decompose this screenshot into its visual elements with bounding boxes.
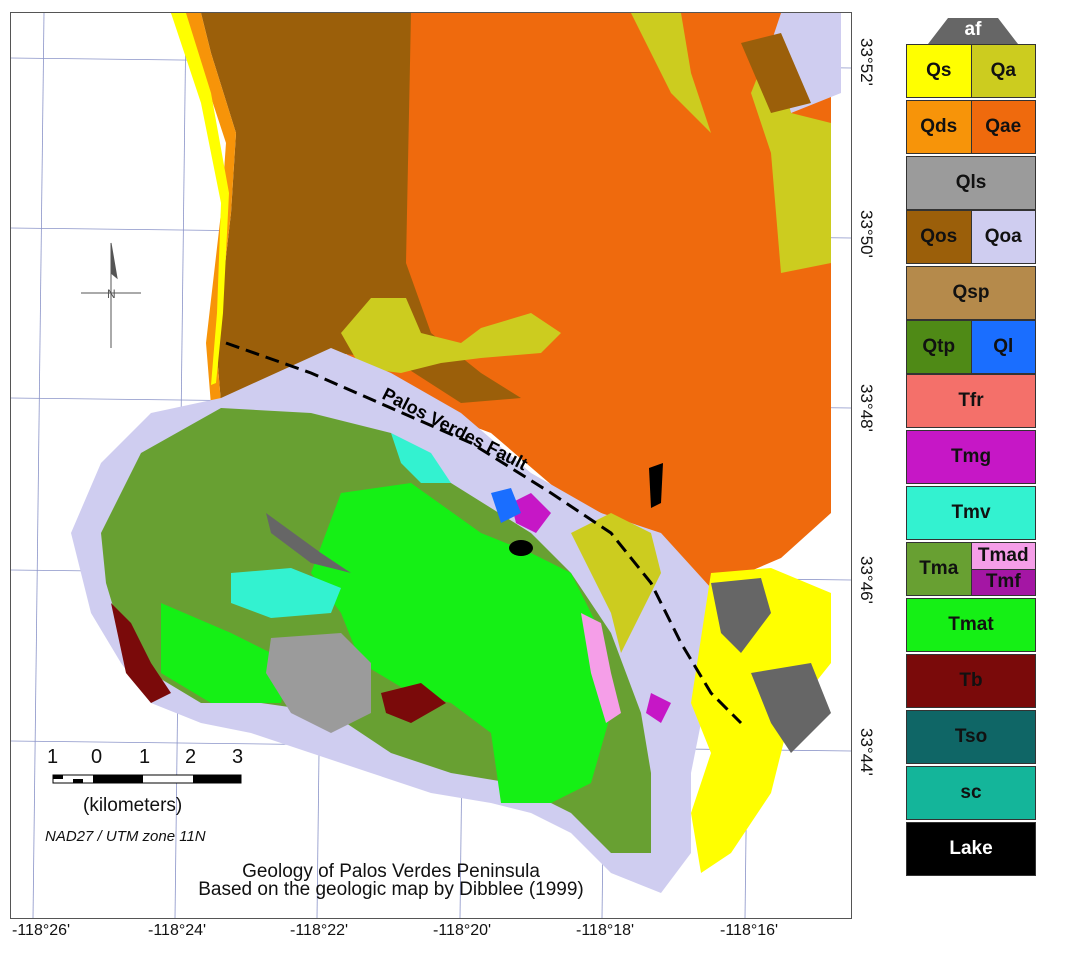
legend-swatch: sc xyxy=(907,767,1035,819)
legend-swatch: Qds xyxy=(907,101,971,153)
north-arrow-icon: N xyxy=(81,242,141,348)
lon-label: -118°16' xyxy=(720,922,779,939)
legend-label: Qa xyxy=(990,60,1016,81)
legend-swatch: Ql xyxy=(970,321,1035,373)
legend-row: Tmg xyxy=(906,430,1036,484)
legend-label: Tma xyxy=(919,558,959,579)
legend-label: Ql xyxy=(993,336,1014,357)
legend-swatch: Qoa xyxy=(970,211,1035,263)
lat-label: 33°50' xyxy=(857,210,876,258)
legend-label: Qtp xyxy=(922,336,956,357)
lake-2 xyxy=(649,463,663,508)
legend-label: Tfr xyxy=(958,390,984,411)
legend-swatch: Tb xyxy=(907,655,1035,707)
legend-label: Qls xyxy=(955,172,987,193)
lat-label: 33°46' xyxy=(857,556,876,604)
scale-tick: 1 xyxy=(47,746,59,768)
legend-label: Qos xyxy=(920,226,958,247)
legend-row: Tfr xyxy=(906,374,1036,428)
legend-label: Tb xyxy=(959,670,983,691)
geologic-map: Palos Verdes Fault N 1 0 1 2 3 (kilomete… xyxy=(10,12,852,919)
legend-label: Qae xyxy=(985,116,1022,137)
legend-swatch: Tmv xyxy=(907,487,1035,539)
legend-row: Tma Tmad Tmf xyxy=(906,542,1036,596)
legend-swatch: Tmat xyxy=(907,599,1035,651)
legend-swatch: Qos xyxy=(907,211,971,263)
scale-tick: 0 xyxy=(91,746,103,768)
legend-row: Tso xyxy=(906,710,1036,764)
legend-row: Lake xyxy=(906,822,1036,876)
scale-unit: (kilometers) xyxy=(83,795,183,816)
lon-label: -118°18' xyxy=(576,922,635,939)
legend-label: Qsp xyxy=(952,282,990,303)
scale-bar xyxy=(52,774,242,784)
legend-swatch: Qtp xyxy=(907,321,971,373)
scale-tick: 3 xyxy=(232,746,244,768)
legend-swatch: Qa xyxy=(970,45,1035,97)
legend-label: Qds xyxy=(920,116,958,137)
legend-row: Qls xyxy=(906,156,1036,210)
lon-label: -118°24' xyxy=(148,922,207,939)
legend-swatch: Tfr xyxy=(907,375,1035,427)
scale-tick: 1 xyxy=(139,746,151,768)
legend-label: Tmat xyxy=(948,614,994,635)
scale-tick: 2 xyxy=(185,746,197,768)
legend-swatch: Lake xyxy=(907,823,1035,875)
legend-label: Tmv xyxy=(951,502,991,523)
legend-label: Tmf xyxy=(971,568,1035,595)
map-canvas: Palos Verdes Fault N xyxy=(11,13,851,918)
map-title-line2: Based on the geologic map by Dibblee (19… xyxy=(198,879,584,900)
legend-label: Qoa xyxy=(984,226,1022,247)
lon-label: -118°20' xyxy=(433,922,492,939)
legend-swatch: Qsp xyxy=(907,267,1035,319)
legend-row: Tmat xyxy=(906,598,1036,652)
legend-header-af: af xyxy=(964,19,982,40)
legend-swatch: Qae xyxy=(970,101,1035,153)
legend-row: Tb xyxy=(906,654,1036,708)
legend-label: Tmad xyxy=(971,543,1035,569)
lat-label: 33°44' xyxy=(857,728,876,776)
projection-label: NAD27 / UTM zone 11N xyxy=(45,828,206,845)
legend-swatch: Tso xyxy=(907,711,1035,763)
legend-row: Qsp xyxy=(906,266,1036,320)
legend-swatch: Tmg xyxy=(907,431,1035,483)
legend-label: Tmg xyxy=(950,446,992,467)
svg-text:N: N xyxy=(107,287,116,301)
lon-label: -118°26' xyxy=(12,922,71,939)
legend-swatch: Qls xyxy=(907,157,1035,209)
legend-swatch: Qs xyxy=(907,45,971,97)
lat-label: 33°52' xyxy=(857,38,876,86)
legend-row: Qds Qae xyxy=(906,100,1036,154)
legend-swatch: Tmad Tmf xyxy=(970,543,1035,595)
lon-label: -118°22' xyxy=(290,922,349,939)
legend-label: sc xyxy=(960,782,982,803)
legend-swatch: Tma xyxy=(907,543,971,595)
legend-row: Qtp Ql xyxy=(906,320,1036,374)
legend-row: Qos Qoa xyxy=(906,210,1036,264)
legend-row: Qs Qa xyxy=(906,44,1036,98)
lake xyxy=(509,540,533,556)
lat-label: 33°48' xyxy=(857,384,876,432)
legend-label: Lake xyxy=(949,838,993,859)
legend-row: Tmv xyxy=(906,486,1036,540)
legend-label: Tso xyxy=(954,726,988,747)
legend-row: sc xyxy=(906,766,1036,820)
legend-label: Qs xyxy=(926,60,952,81)
